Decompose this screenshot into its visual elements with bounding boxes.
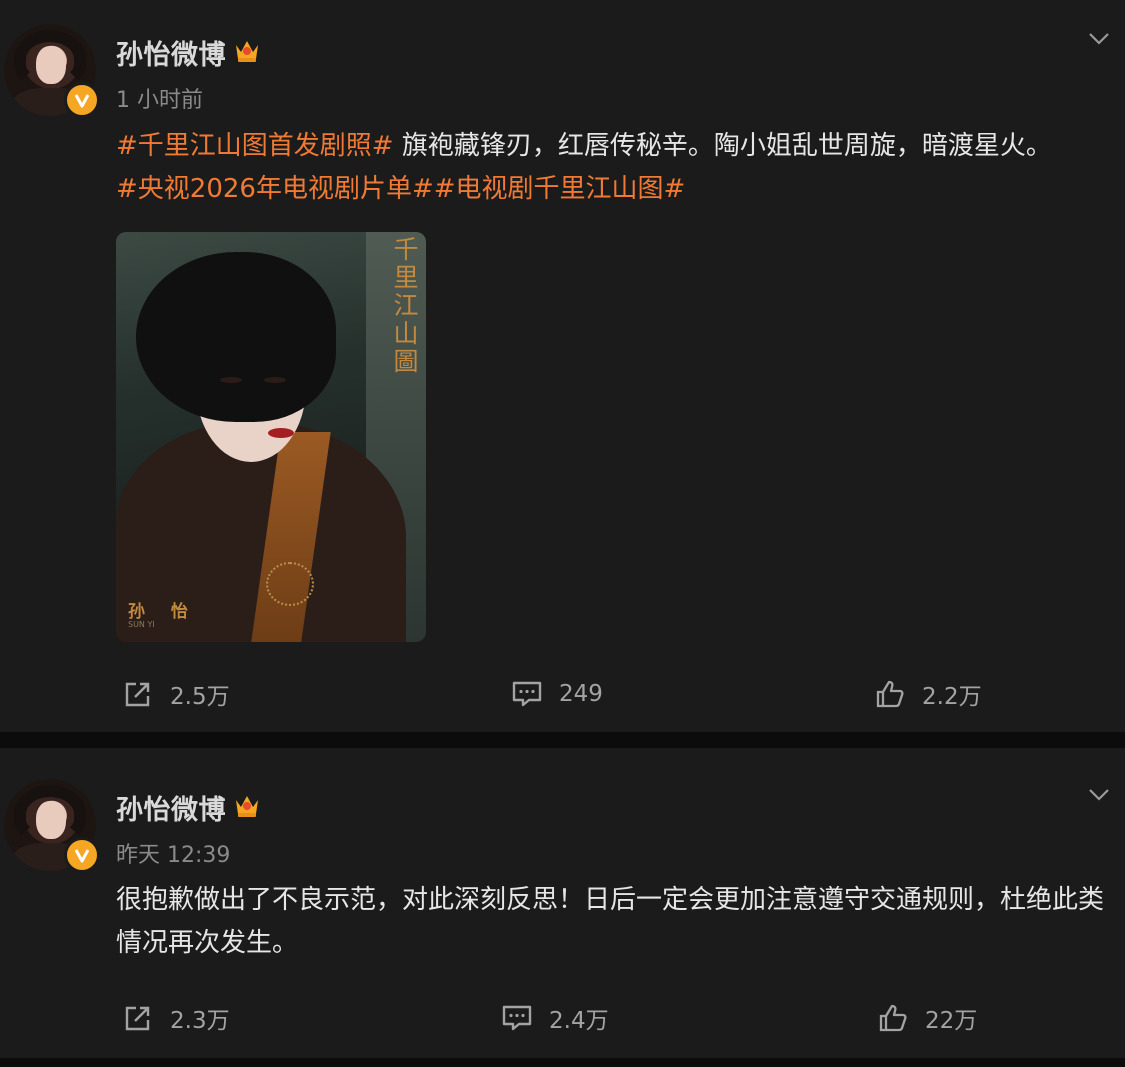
repost-icon (125, 1006, 150, 1031)
verified-v-icon (64, 837, 100, 873)
post-actions: 2.5万 249 2.2万 (0, 674, 1125, 714)
post-timestamp[interactable]: 1 小时前 (116, 82, 203, 114)
like-icon (879, 1004, 907, 1032)
image-actor-name: 孙 怡 (128, 602, 198, 622)
repost-count: 2.3万 (170, 1008, 230, 1034)
weibo-feed: 孙怡微博 1 小时前 #千里江山图首发剧照# 旗袍藏锋刃，红唇传秘辛。陶小姐乱世… (0, 0, 1125, 1067)
like-button[interactable]: 2.2万 (874, 674, 982, 714)
comment-button[interactable]: 2.4万 (501, 998, 609, 1038)
chevron-down-icon[interactable] (1088, 32, 1110, 46)
repost-button[interactable]: 2.5万 (122, 674, 230, 714)
crown-icon (236, 41, 258, 62)
image-actor-name-en: SUN YI (128, 620, 155, 629)
weibo-post: 孙怡微博 1 小时前 #千里江山图首发剧照# 旗袍藏锋刃，红唇传秘辛。陶小姐乱世… (0, 0, 1125, 732)
repost-icon (125, 682, 150, 707)
repost-count: 2.5万 (170, 684, 230, 710)
post-text: 很抱歉做出了不良示范，对此深刻反思！日后一定会更加注意遵守交通规则，杜绝此类情况… (116, 885, 1105, 958)
username[interactable]: 孙怡微博 (116, 788, 226, 827)
verified-v-icon (64, 82, 100, 118)
post-image[interactable]: 千里江山圖 孙 怡 SUN YI (116, 232, 426, 642)
hashtag-link[interactable]: #千里江山图首发剧照# (116, 131, 394, 161)
post-timestamp[interactable]: 昨天 12:39 (116, 837, 230, 869)
comment-button[interactable]: 249 (511, 674, 603, 714)
hashtag-link[interactable]: #电视剧千里江山图# (434, 174, 686, 204)
username[interactable]: 孙怡微博 (116, 33, 226, 72)
avatar[interactable] (4, 779, 100, 873)
post-divider (0, 732, 1125, 748)
comment-icon (502, 1005, 532, 1031)
post-text-body: 旗袍藏锋刃，红唇传秘辛。陶小姐乱世周旋，暗渡星火。 (393, 131, 1052, 161)
post-actions: 2.3万 2.4万 22万 (0, 998, 1125, 1038)
like-count: 2.2万 (922, 684, 982, 710)
repost-button[interactable]: 2.3万 (122, 998, 230, 1038)
like-button[interactable]: 22万 (877, 998, 977, 1038)
post-divider (0, 1058, 1125, 1067)
like-count: 22万 (925, 1008, 978, 1034)
comment-count: 249 (559, 681, 603, 707)
image-title-vertical: 千里江山圖 (393, 235, 419, 376)
avatar[interactable] (4, 24, 100, 118)
comment-icon (512, 681, 542, 707)
like-icon (876, 680, 904, 708)
post-text: #千里江山图首发剧照# 旗袍藏锋刃，红唇传秘辛。陶小姐乱世周旋，暗渡星火。 #央视… (116, 125, 1116, 211)
chevron-down-icon[interactable] (1088, 788, 1110, 802)
crown-icon (236, 796, 258, 817)
hashtag-link[interactable]: #央视2026年电视剧片单# (116, 174, 434, 204)
comment-count: 2.4万 (549, 1008, 609, 1034)
weibo-post: 孙怡微博 昨天 12:39 很抱歉做出了不良示范，对此深刻反思！日后一定会更加注… (0, 748, 1125, 1058)
